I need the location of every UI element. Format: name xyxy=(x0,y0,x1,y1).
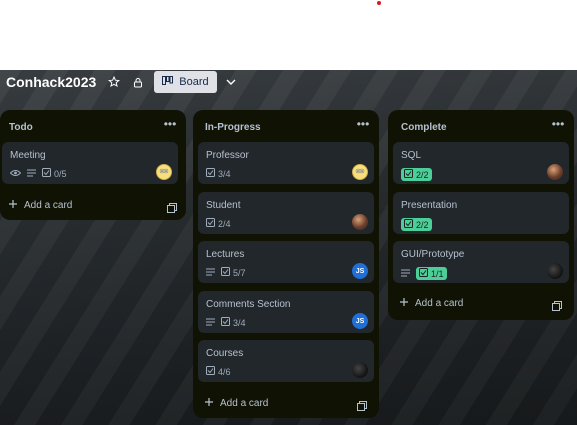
dark-avatar[interactable] xyxy=(352,362,368,378)
initials-avatar[interactable]: JS xyxy=(352,313,368,329)
photo-avatar[interactable] xyxy=(547,164,563,180)
list-todo: Todo ••• Meeting 0/5 Add a card xyxy=(0,110,186,220)
blank-top-area xyxy=(0,0,577,70)
checklist-icon xyxy=(221,317,230,328)
checklist-icon xyxy=(206,218,215,229)
checklist-complete-badge: 2/2 xyxy=(401,218,432,231)
card-presentation[interactable]: Presentation 2/2 xyxy=(393,192,569,234)
checklist-complete-badge: 1/1 xyxy=(416,267,447,280)
checklist-badge: 3/4 xyxy=(206,168,231,179)
list-menu-icon[interactable]: ••• xyxy=(162,118,178,134)
checklist-icon xyxy=(404,219,413,230)
cursor-indicator xyxy=(377,1,381,5)
checklist-icon xyxy=(206,366,215,377)
board-view-icon xyxy=(162,76,174,88)
card-student[interactable]: Student 2/4 xyxy=(198,192,374,234)
card-title: Student xyxy=(206,200,241,211)
list-complete: Complete ••• SQL 2/2 Presentation 2/2 GU… xyxy=(388,110,574,320)
board-view-button[interactable]: Board xyxy=(154,71,217,93)
list-title[interactable]: Complete xyxy=(401,122,447,133)
list-menu-icon[interactable]: ••• xyxy=(550,118,566,134)
checklist-count: 2/4 xyxy=(218,218,231,229)
initials-avatar[interactable]: JS xyxy=(352,263,368,279)
card-professor[interactable]: Professor 3/4 xyxy=(198,142,374,184)
checklist-icon xyxy=(404,169,413,180)
list-in-progress: In-Progress ••• Professor 3/4 Student 2/… xyxy=(193,110,379,418)
add-card-label: Add a card xyxy=(220,398,269,409)
card-title: Lectures xyxy=(206,249,245,260)
list-title[interactable]: Todo xyxy=(9,122,33,133)
description-icon xyxy=(401,269,410,279)
board-title[interactable]: Conhack2023 xyxy=(6,74,96,90)
photo-avatar[interactable] xyxy=(352,214,368,230)
add-card-label: Add a card xyxy=(415,298,464,309)
checklist-badge: 0/5 xyxy=(42,168,67,179)
checklist-count: 2/2 xyxy=(416,169,429,180)
eye-icon xyxy=(9,169,22,179)
checklist-count: 5/7 xyxy=(233,267,246,278)
description-icon xyxy=(27,169,36,179)
card-title: Professor xyxy=(206,150,249,161)
card-lectures[interactable]: Lectures 5/7 JS xyxy=(198,241,374,283)
plus-icon xyxy=(9,200,17,211)
checklist-count: 3/4 xyxy=(218,168,231,179)
checklist-count: 4/6 xyxy=(218,366,231,377)
checklist-icon xyxy=(206,168,215,179)
dark-avatar[interactable] xyxy=(547,263,563,279)
lock-icon[interactable] xyxy=(128,72,148,92)
card-title: SQL xyxy=(401,150,422,161)
plus-icon xyxy=(205,398,213,409)
card-title: Comments Section xyxy=(206,299,291,310)
checklist-badge: 5/7 xyxy=(221,267,246,278)
emoji-avatar[interactable] xyxy=(352,164,368,180)
card-sql[interactable]: SQL 2/2 xyxy=(393,142,569,184)
card-template-icon[interactable] xyxy=(167,200,177,213)
card-courses[interactable]: Courses 4/6 xyxy=(198,340,374,382)
card-meeting[interactable]: Meeting 0/5 xyxy=(2,142,178,184)
card-title: Presentation xyxy=(401,200,458,211)
checklist-complete-badge: 2/2 xyxy=(401,168,432,181)
add-card-button[interactable]: Add a card xyxy=(205,398,268,409)
add-card-label: Add a card xyxy=(24,200,73,211)
checklist-count: 2/2 xyxy=(416,219,429,230)
checklist-count: 1/1 xyxy=(431,268,444,279)
checklist-icon xyxy=(42,168,51,179)
plus-icon xyxy=(400,298,408,309)
description-icon xyxy=(206,268,215,278)
checklist-count: 0/5 xyxy=(54,168,67,179)
card-title: GUI/Prototype xyxy=(401,249,465,260)
card-template-icon[interactable] xyxy=(357,398,367,411)
board-view-label: Board xyxy=(179,76,209,88)
list-title[interactable]: In-Progress xyxy=(205,122,261,133)
checklist-icon xyxy=(419,268,428,279)
checklist-badge: 4/6 xyxy=(206,366,231,377)
checklist-badge: 3/4 xyxy=(221,317,246,328)
chevron-down-icon[interactable] xyxy=(221,72,241,92)
list-menu-icon[interactable]: ••• xyxy=(355,118,371,134)
emoji-avatar[interactable] xyxy=(156,164,172,180)
checklist-badge: 2/4 xyxy=(206,218,231,229)
card-comments-section[interactable]: Comments Section 3/4 JS xyxy=(198,291,374,333)
card-title: Meeting xyxy=(10,150,46,161)
board-header: Conhack2023 Board xyxy=(0,70,577,94)
card-title: Courses xyxy=(206,348,244,359)
card-gui-prototype[interactable]: GUI/Prototype 1/1 xyxy=(393,241,569,283)
add-card-button[interactable]: Add a card xyxy=(9,200,72,211)
add-card-button[interactable]: Add a card xyxy=(400,298,463,309)
star-icon[interactable] xyxy=(104,72,124,92)
checklist-count: 3/4 xyxy=(233,317,246,328)
card-template-icon[interactable] xyxy=(552,298,562,311)
checklist-icon xyxy=(221,267,230,278)
description-icon xyxy=(206,318,215,328)
